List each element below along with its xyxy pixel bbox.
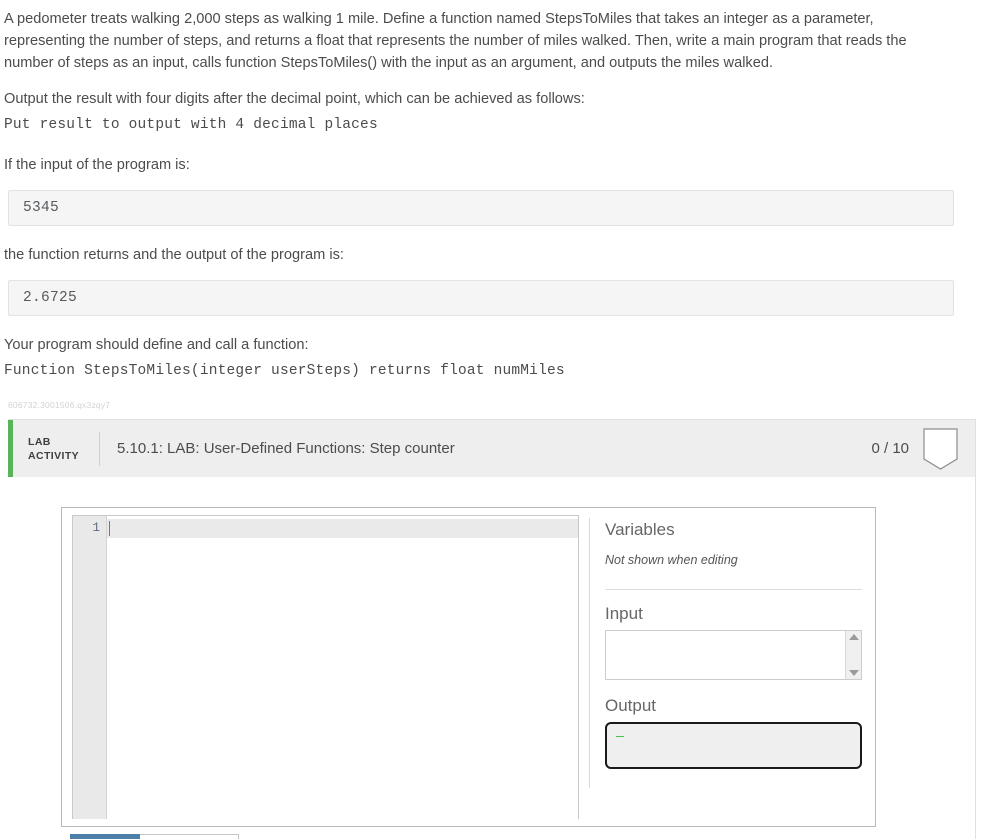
input-text[interactable] — [606, 631, 845, 679]
output-hint-code: Put result to output with 4 decimal plac… — [4, 117, 378, 133]
panel-separator — [605, 589, 862, 590]
code-editor[interactable]: 1 — [72, 515, 579, 819]
input-scrollbar[interactable] — [845, 631, 861, 679]
tab-flowchart[interactable]: Flowchart — [139, 834, 239, 839]
simulator-side-panel: Variables Not shown when editing Input O… — [590, 508, 875, 826]
lab-activity-body: 1 Variables Not shown when editing Input… — [8, 477, 975, 839]
sample-input-box: 5345 — [8, 190, 954, 226]
lab-activity-tag: LAB ACTIVITY — [13, 435, 99, 463]
function-signature: Function StepsToMiles(integer userSteps)… — [4, 363, 565, 379]
page-root: A pedometer treats walking 2,000 steps a… — [0, 0, 1002, 839]
variables-heading: Variables — [605, 520, 675, 539]
io-block: Input Output — — [605, 604, 875, 769]
description-paragraph-3: If the input of the program is: — [4, 157, 190, 173]
lab-score: 0 / 10 — [871, 440, 909, 457]
problem-description: A pedometer treats walking 2,000 steps a… — [0, 0, 1002, 410]
editor-text-area[interactable] — [107, 516, 578, 819]
code-simulator: 1 Variables Not shown when editing Input… — [61, 507, 876, 827]
description-paragraph-4: the function returns and the output of t… — [4, 247, 344, 263]
input-field[interactable] — [605, 630, 862, 680]
output-text: — — [616, 729, 624, 744]
description-paragraph-2: Output the result with four digits after… — [4, 91, 585, 107]
editor-gutter: 1 — [73, 516, 107, 819]
scroll-up-icon[interactable] — [848, 634, 859, 640]
editor-active-line[interactable] — [107, 519, 578, 538]
variables-note: Not shown when editing — [605, 553, 738, 567]
description-paragraph-1: A pedometer treats walking 2,000 steps a… — [4, 11, 907, 71]
tab-code[interactable]: Code — [70, 834, 140, 839]
lab-tag-line-2: ACTIVITY — [28, 449, 80, 462]
text-caret — [109, 521, 110, 536]
lab-activity-card: LAB ACTIVITY 5.10.1: LAB: User-Defined F… — [8, 419, 976, 839]
output-label: Output — [605, 696, 657, 715]
output-field: — — [605, 722, 862, 769]
lab-activity-title: 5.10.1: LAB: User-Defined Functions: Ste… — [117, 440, 455, 457]
activity-id: 606732.3001506.qx3zqy7 — [8, 400, 111, 410]
input-label: Input — [605, 604, 643, 623]
scroll-down-icon[interactable] — [848, 670, 859, 676]
sample-output-box: 2.6725 — [8, 280, 954, 316]
sample-input-value: 5345 — [23, 200, 60, 216]
line-number: 1 — [92, 521, 100, 535]
description-paragraph-5: Your program should define and call a fu… — [4, 337, 309, 353]
score-shield-icon — [923, 427, 958, 470]
lab-tag-line-1: LAB — [28, 435, 51, 448]
simulator-tabs: Code Flowchart — [70, 834, 975, 839]
lab-activity-header: LAB ACTIVITY 5.10.1: LAB: User-Defined F… — [8, 420, 975, 477]
sample-output-value: 2.6725 — [23, 290, 78, 306]
